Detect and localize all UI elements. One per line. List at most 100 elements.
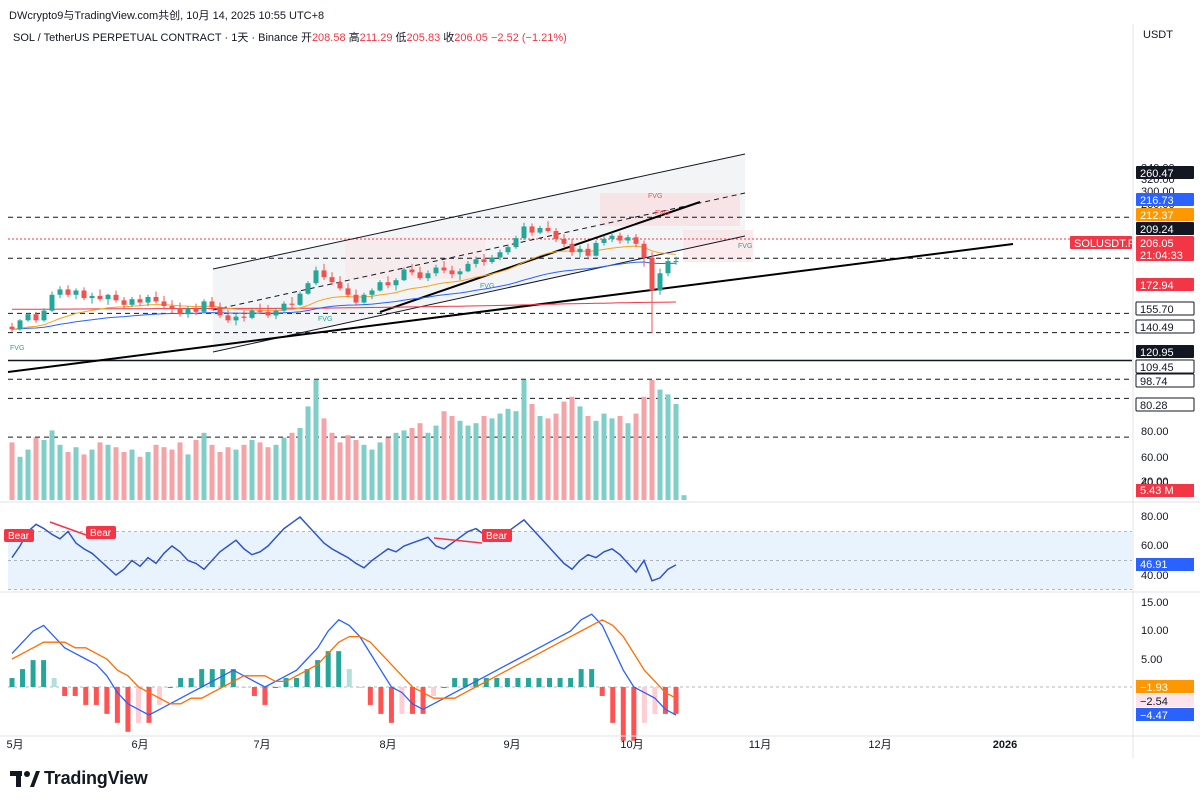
candle-body	[161, 301, 167, 306]
volume-bar	[561, 401, 567, 500]
macd-histogram-bar	[494, 678, 500, 687]
price-label: 140.49	[1135, 319, 1195, 334]
time-tick-label: 7月	[253, 739, 270, 751]
volume-bar	[145, 452, 151, 500]
macd-last-text: −2.54	[1140, 696, 1168, 708]
tradingview-logo[interactable]: TradingView	[10, 768, 148, 789]
volume-bar	[577, 406, 583, 500]
time-tick-label: 5月	[6, 739, 23, 751]
volume-bar	[89, 449, 95, 500]
volume-bar	[105, 444, 111, 500]
price-label: 109.45	[1135, 359, 1195, 374]
candle-body	[489, 257, 495, 263]
volume-last-text: 5.43 M	[1140, 485, 1174, 497]
time-tick-label: 2026	[993, 739, 1017, 751]
macd-histogram-bar	[199, 669, 205, 687]
volume-bar	[281, 437, 287, 500]
candle-body	[521, 226, 527, 239]
volume-bar	[473, 423, 479, 500]
macd-histogram-bar	[367, 687, 373, 705]
volume-bar	[601, 413, 607, 500]
candle-body	[289, 303, 295, 305]
volume-bar	[161, 447, 167, 500]
price-label-text: 120.95	[1140, 347, 1174, 359]
price-label-text: 155.70	[1140, 304, 1174, 316]
candle-body	[633, 237, 639, 244]
volume-bar	[393, 432, 399, 500]
candle-body	[129, 299, 135, 305]
candle-body	[409, 269, 415, 273]
candle-body	[369, 290, 375, 295]
volume-bar	[681, 495, 687, 500]
price-label-text: 172.94	[1140, 280, 1174, 292]
volume-last-label: 5.43 M	[1136, 484, 1194, 497]
price-label-text: 109.45	[1140, 362, 1174, 374]
volume-bar	[121, 452, 127, 500]
volume-bar	[225, 447, 231, 500]
candle-body	[505, 247, 511, 253]
macd-histogram-bar	[568, 678, 574, 687]
macd-histogram-bar	[547, 678, 553, 687]
volume-bar	[257, 442, 263, 500]
fvg-zone	[600, 193, 740, 226]
volume-bar	[569, 396, 575, 500]
volume-bar	[353, 440, 359, 500]
candle-body	[425, 273, 431, 279]
candle-body	[25, 314, 31, 321]
candle-body	[209, 301, 215, 308]
candle-body	[377, 282, 383, 291]
candle-body	[225, 315, 231, 321]
candle-body	[601, 238, 607, 243]
candle-body	[121, 300, 127, 305]
macd-histogram-bar	[209, 669, 215, 687]
macd-histogram-bar	[72, 687, 78, 696]
price-label-text: 216.73	[1140, 195, 1174, 207]
time-tick-label: 9月	[503, 739, 520, 751]
candle-body	[473, 259, 479, 264]
candle-body	[153, 296, 159, 302]
volume-bar	[641, 396, 647, 500]
price-label-text: 260.47	[1140, 168, 1174, 180]
macd-histogram-bar	[283, 678, 289, 687]
candle-body	[457, 271, 463, 275]
volume-bar	[649, 380, 655, 500]
bear-label: Bear	[4, 529, 34, 542]
volume-bar	[673, 404, 679, 500]
macd-histogram-bar	[20, 669, 26, 687]
volume-bar	[545, 418, 551, 500]
volume-bar	[241, 444, 247, 500]
volume-bar	[481, 416, 487, 500]
volume-bar	[417, 423, 423, 500]
price-label: 80.28	[1135, 397, 1195, 412]
volume-bar	[585, 416, 591, 500]
macd-last-label: −1.93	[1136, 680, 1194, 694]
macd-tick-label: 5.00	[1141, 654, 1162, 666]
volume-bar	[201, 432, 207, 500]
candle-body	[497, 252, 503, 258]
candle-body	[281, 303, 287, 311]
macd-histogram-bar	[452, 678, 458, 687]
volume-bar	[337, 442, 343, 500]
macd-histogram-bar	[441, 687, 447, 688]
footer	[0, 758, 1200, 804]
macd-histogram-bar	[135, 687, 141, 723]
candle-body	[137, 299, 143, 303]
candle-body	[41, 310, 47, 321]
chart-area[interactable]: FVG FVG FVG FVG FVG FVG Bear Bear Bear 340.0032…	[0, 0, 1200, 760]
macd-histogram-bar	[610, 687, 616, 723]
macd-histogram-bar	[30, 660, 36, 687]
volume-bar	[361, 444, 367, 500]
volume-bar	[273, 444, 279, 500]
volume-bar	[321, 418, 327, 500]
macd-histogram-bar	[525, 678, 531, 687]
volume-bar	[457, 420, 463, 500]
candle-body	[33, 314, 39, 321]
macd-histogram-bar	[272, 687, 278, 688]
volume-bar	[153, 444, 159, 500]
macd-histogram-bar	[504, 678, 510, 687]
candle-body	[105, 294, 111, 300]
volume-bar	[465, 425, 471, 500]
macd-last-label: −2.54	[1136, 694, 1194, 708]
candle-body	[169, 305, 175, 309]
volume-bar	[657, 389, 663, 500]
